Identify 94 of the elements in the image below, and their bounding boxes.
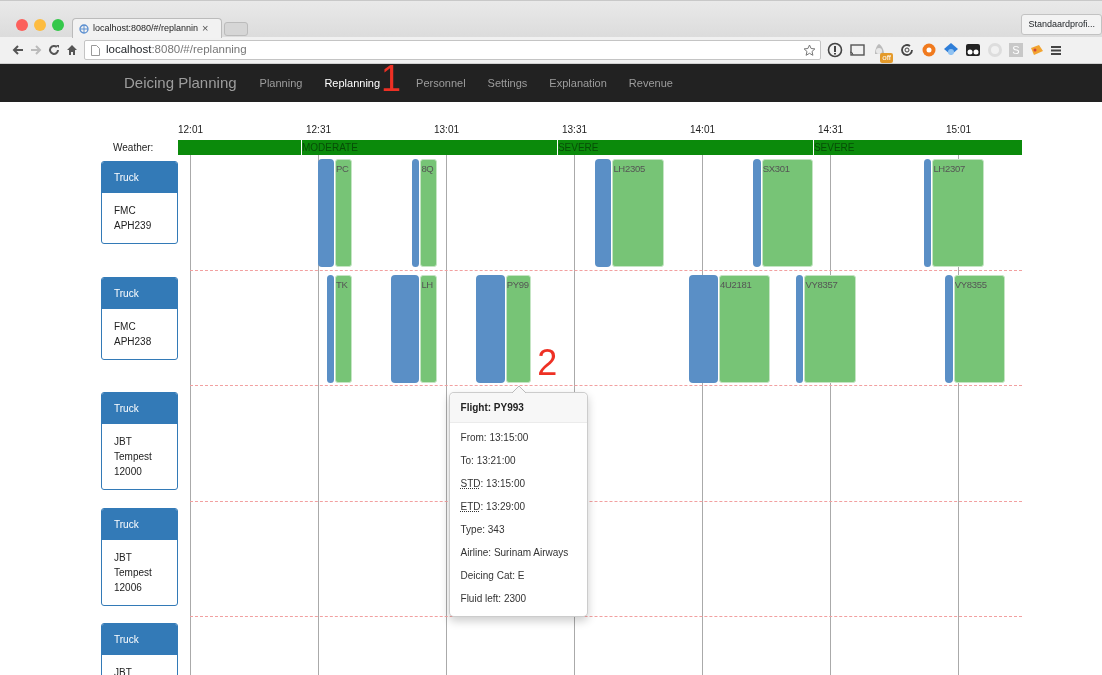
truck-card[interactable]: Truck FMC APH238 xyxy=(101,276,178,360)
card-header: Truck xyxy=(102,508,177,540)
preparation-block[interactable] xyxy=(318,159,335,267)
url-text: localhost:8080/#/replanning xyxy=(106,42,247,58)
deicing-block[interactable]: TK xyxy=(335,274,353,383)
deicing-block[interactable]: LH2305 xyxy=(612,159,664,267)
detail-text: Deicing Cat: E xyxy=(460,568,526,583)
weather-label: Weather: xyxy=(112,141,155,155)
browser-tab[interactable]: localhost:8080/#/replannin × xyxy=(72,18,222,38)
truck-name: FMC APH238 xyxy=(113,319,153,349)
preparation-block[interactable] xyxy=(945,274,953,383)
address-bar[interactable]: localhost:8080/#/replanning xyxy=(84,40,821,60)
truck-name: JBT Tempest 12006 xyxy=(113,550,153,595)
tag-icon[interactable] xyxy=(1029,42,1045,58)
card-header: Truck xyxy=(102,624,177,655)
preparation-block[interactable] xyxy=(689,274,719,383)
forward-icon[interactable] xyxy=(30,44,42,56)
preparation-block[interactable] xyxy=(595,159,612,267)
detail-text: ETD: 13:29:00 xyxy=(460,499,526,514)
flight-label: SX301 xyxy=(762,162,790,176)
nav-link[interactable]: Settings xyxy=(476,74,539,92)
time-label: 12:31 xyxy=(306,123,332,137)
detail-text: Fluid left: 2300 xyxy=(460,591,528,606)
preparation-block[interactable] xyxy=(795,274,804,383)
flight-label: PC xyxy=(336,162,349,176)
cast-icon[interactable] xyxy=(849,42,865,58)
flight-label: 8Q xyxy=(421,162,434,176)
detail-text: STD: 13:15:00 xyxy=(460,476,526,491)
flight-label: LH2305 xyxy=(613,162,645,176)
nav-link[interactable]: Explanation xyxy=(538,74,618,92)
info-icon[interactable] xyxy=(827,42,843,58)
flight-label: VY8357 xyxy=(805,277,838,292)
popover-title: Flight: PY993 xyxy=(449,392,587,423)
star-icon[interactable] xyxy=(803,43,816,57)
flight-label: 4U2181 xyxy=(720,277,752,292)
sync-icon[interactable] xyxy=(899,42,915,58)
time-label: 13:31 xyxy=(562,123,588,137)
deicing-block[interactable]: 8Q xyxy=(420,159,438,267)
preparation-block[interactable] xyxy=(326,274,335,383)
deicing-block[interactable]: VY8357 xyxy=(804,274,856,383)
time-label: 15:01 xyxy=(946,123,972,137)
deicing-block[interactable]: 4U2181 xyxy=(719,274,771,383)
tab-title: localhost:8080/#/replannin xyxy=(93,21,199,35)
preparation-block[interactable] xyxy=(390,274,420,383)
page-icon xyxy=(91,44,100,56)
diamond-icon[interactable] xyxy=(943,42,959,58)
preparation-block[interactable] xyxy=(411,159,420,267)
window-control-icon[interactable] xyxy=(16,19,28,31)
card-header: Truck xyxy=(102,393,177,424)
reload-icon[interactable] xyxy=(48,44,60,56)
window-control-icon[interactable] xyxy=(52,19,64,31)
back-icon[interactable] xyxy=(12,44,24,56)
detail-text: From: 13:15:00 xyxy=(460,430,530,445)
truck-name: JBT Tempest 12000 xyxy=(113,435,153,479)
badge-text: off xyxy=(880,53,893,63)
detail-text: To: 13:21:00 xyxy=(460,453,517,468)
flight-label: LH2307 xyxy=(933,162,965,176)
truck-card[interactable]: Truck FMC APH239 xyxy=(101,161,178,244)
deicing-block[interactable]: PY99 xyxy=(505,274,532,383)
flight-label: PY99 xyxy=(506,277,529,292)
lifebuoy-icon[interactable] xyxy=(921,42,937,58)
preparation-block[interactable] xyxy=(923,159,932,267)
truck-card[interactable]: Truck JBT Tempest 12006 xyxy=(101,507,178,606)
preparation-block[interactable] xyxy=(475,274,505,383)
flight-label: LH xyxy=(421,277,433,292)
close-icon[interactable]: × xyxy=(202,23,209,34)
nav-link[interactable]: Personnel xyxy=(405,74,477,92)
card-header: Truck xyxy=(102,162,177,193)
flight-label: TK xyxy=(336,277,348,292)
time-label: 14:31 xyxy=(818,123,844,137)
deicing-block[interactable]: PC xyxy=(335,159,353,267)
detail-text: Type: 343 xyxy=(460,522,506,537)
menu-icon[interactable] xyxy=(1051,44,1061,56)
time-label: 14:01 xyxy=(690,123,716,137)
time-label: 13:01 xyxy=(434,123,460,137)
brand-link[interactable]: Deicing Planning xyxy=(124,71,237,95)
detail-text: Airline: Surinam Airways xyxy=(460,545,570,560)
annotation-number: 1 xyxy=(381,60,402,97)
nav-link[interactable]: Revenue xyxy=(617,74,684,92)
deicing-block[interactable]: SX301 xyxy=(761,159,813,267)
deicing-block[interactable]: LH2307 xyxy=(932,159,984,267)
annotation-number: 2 xyxy=(537,344,558,381)
glasses-icon[interactable] xyxy=(965,42,981,58)
truck-card[interactable]: Truck JBT Tempest 12000 xyxy=(101,392,178,490)
home-icon[interactable] xyxy=(66,44,78,56)
globe-icon xyxy=(79,23,89,34)
truck-name: FMC APH239 xyxy=(113,204,153,233)
deicing-block[interactable]: LH xyxy=(420,274,438,383)
nav-link[interactable]: Planning xyxy=(248,74,314,92)
time-label: 12:01 xyxy=(178,123,204,137)
deicing-block[interactable]: VY8355 xyxy=(953,274,1005,383)
flight-label: VY8355 xyxy=(954,277,987,292)
card-header: Truck xyxy=(102,277,177,309)
profile-button[interactable]: Standaardprofi... xyxy=(1021,14,1102,35)
